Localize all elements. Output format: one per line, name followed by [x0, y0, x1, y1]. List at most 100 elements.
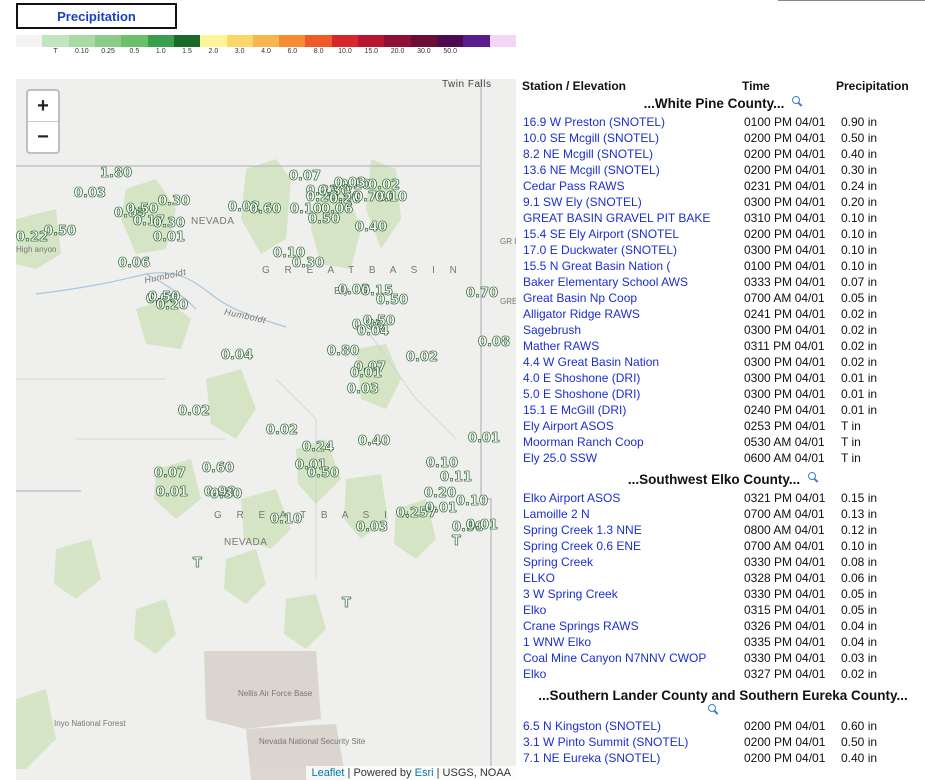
- precip-value-marker[interactable]: 0.02: [406, 351, 439, 365]
- station-link[interactable]: 9.1 SW Ely (SNOTEL): [523, 194, 642, 210]
- station-link[interactable]: 5.0 E Shoshone (DRI): [523, 386, 640, 402]
- station-link[interactable]: Sagebrush: [523, 322, 581, 338]
- leaflet-link[interactable]: Leaflet: [311, 767, 344, 779]
- station-time: 0200 PM 04/01: [744, 751, 826, 765]
- station-link[interactable]: 4.0 E Shoshone (DRI): [523, 370, 640, 386]
- precip-value-marker[interactable]: 0.11: [440, 471, 473, 485]
- precip-value-marker[interactable]: 0.07: [154, 467, 187, 481]
- zoom-out-button[interactable]: −: [28, 122, 58, 152]
- precip-value-marker[interactable]: 0.02: [266, 424, 299, 438]
- station-link[interactable]: Coal Mine Canyon N7NNV CWOP: [523, 650, 706, 666]
- precip-value-marker[interactable]: T: [342, 597, 351, 611]
- precip-value-marker[interactable]: 1.80: [100, 167, 133, 181]
- precip-value-marker[interactable]: 0.80: [327, 345, 360, 359]
- precip-value-marker[interactable]: 0.03: [334, 177, 367, 191]
- station-link[interactable]: 3 W Spring Creek: [523, 586, 618, 602]
- station-link[interactable]: Spring Creek 0.6 ENE: [523, 538, 641, 554]
- precip-value-marker[interactable]: 0.01: [350, 367, 383, 381]
- station-link[interactable]: Elko Airport ASOS: [523, 490, 620, 506]
- precip-value-marker[interactable]: T: [193, 557, 202, 571]
- precip-value-marker[interactable]: 0.40: [355, 221, 388, 235]
- precip-value-marker[interactable]: 0.01: [425, 502, 458, 516]
- zoom-in-button[interactable]: +: [28, 91, 58, 122]
- precip-value-marker[interactable]: 0.06: [321, 203, 354, 217]
- precip-value-marker[interactable]: 0.04: [221, 349, 254, 363]
- station-link[interactable]: 17.0 E Duckwater (SNOTEL): [523, 242, 677, 258]
- station-link[interactable]: 1 WNW Elko: [523, 634, 591, 650]
- precip-color-legend: T 0.10 0.25 0.5 1.0 1.5 2.0 3.0 4.0 6.0 8.0 10.0 15.…: [16, 35, 516, 57]
- precip-value-marker[interactable]: 0.03: [74, 187, 107, 201]
- station-link[interactable]: Lamoille 2 N: [523, 506, 590, 522]
- precip-value-marker[interactable]: 0.50: [376, 294, 409, 308]
- station-link[interactable]: 3.1 W Pinto Summit (SNOTEL): [523, 734, 688, 750]
- precip-value-marker[interactable]: 0.08: [478, 336, 511, 350]
- station-link[interactable]: 4.4 W Great Basin Nation: [523, 354, 659, 370]
- precip-value-marker[interactable]: 0.20: [424, 487, 457, 501]
- station-link[interactable]: 7.1 NE Eureka (SNOTEL): [523, 750, 660, 766]
- esri-link[interactable]: Esri: [415, 767, 434, 779]
- precip-value-marker[interactable]: 0.60: [249, 203, 282, 217]
- station-precip: 0.40 in: [841, 147, 878, 161]
- precip-value-marker[interactable]: 0.01: [466, 519, 499, 533]
- precip-value-marker[interactable]: 0.24: [302, 441, 335, 455]
- station-link[interactable]: Spring Creek: [523, 554, 593, 570]
- precip-value-marker[interactable]: 0.03: [356, 521, 389, 535]
- precip-value-marker[interactable]: 0.10: [270, 513, 303, 527]
- legend-swatch: [305, 35, 332, 47]
- precip-value-marker[interactable]: T: [452, 535, 461, 549]
- precip-value-marker[interactable]: 0.10: [375, 191, 408, 205]
- station-link[interactable]: Crane Springs RAWS: [523, 618, 639, 634]
- station-link[interactable]: 6.5 N Kingston (SNOTEL): [523, 718, 661, 734]
- station-precip: 0.02 in: [841, 355, 878, 369]
- precip-value-marker[interactable]: 0.50: [363, 315, 396, 329]
- precip-value-marker[interactable]: 0.50: [307, 467, 340, 481]
- precip-value-marker[interactable]: 0.30: [210, 488, 243, 502]
- station-link[interactable]: Elko: [523, 666, 546, 682]
- station-link[interactable]: 15.4 SE Ely Airport (SNOTEL: [523, 226, 679, 242]
- station-link[interactable]: Baker Elementary School AWS: [523, 274, 688, 290]
- precip-value-marker[interactable]: 0.20: [156, 299, 189, 313]
- station-link[interactable]: Moorman Ranch Coop: [523, 434, 644, 450]
- precip-value-marker[interactable]: 0.10: [456, 495, 489, 509]
- station-link[interactable]: 13.6 NE Mcgill (SNOTEL): [523, 162, 660, 178]
- precip-value-marker[interactable]: 0.30: [292, 257, 325, 271]
- precip-value-marker[interactable]: 0.01: [153, 231, 186, 245]
- station-row: 4.0 E Shoshone (DRI) 0300 PM 04/01 0.01 in: [521, 370, 925, 386]
- zoom-to-group-magnifier-icon[interactable]: [708, 704, 718, 714]
- precip-map[interactable]: + − Twin Falls NEVADA G R E A T B A S I …: [16, 79, 516, 780]
- station-link[interactable]: Alligator Ridge RAWS: [523, 306, 640, 322]
- station-link[interactable]: 16.9 W Preston (SNOTEL): [523, 114, 665, 130]
- station-link[interactable]: Spring Creek 1.3 NNE: [523, 522, 642, 538]
- precip-value-marker[interactable]: 0.70: [466, 287, 499, 301]
- station-link[interactable]: Elko: [523, 602, 546, 618]
- zoom-to-group-magnifier-icon[interactable]: [792, 96, 802, 106]
- station-link[interactable]: ELKO: [523, 570, 555, 586]
- station-link[interactable]: 15.1 E McGill (DRI): [523, 402, 626, 418]
- station-row: 3 W Spring Creek 0330 PM 04/01 0.05 in: [521, 586, 925, 602]
- zoom-to-group-magnifier-icon[interactable]: [808, 472, 818, 482]
- station-link[interactable]: GREAT BASIN GRAVEL PIT BAKE: [523, 210, 710, 226]
- station-link[interactable]: 10.0 SE Mcgill (SNOTEL): [523, 130, 659, 146]
- precip-value-marker[interactable]: 0.22: [16, 231, 48, 245]
- precip-value-marker[interactable]: 0.06: [118, 257, 151, 271]
- precip-value-marker[interactable]: 0.07: [289, 170, 322, 184]
- precip-value-marker[interactable]: 0.30: [153, 217, 186, 231]
- station-link[interactable]: Ely Airport ASOS: [523, 418, 614, 434]
- precip-value-marker[interactable]: 0.60: [202, 462, 235, 476]
- precip-value-marker[interactable]: 0.30: [158, 195, 191, 209]
- precip-value-marker[interactable]: 0.03: [347, 383, 380, 397]
- precip-value-marker[interactable]: 0.01: [156, 486, 189, 500]
- station-link[interactable]: 15.5 N Great Basin Nation (: [523, 258, 670, 274]
- precipitation-tab-button[interactable]: Precipitation: [16, 3, 177, 29]
- station-link[interactable]: Great Basin Np Coop: [523, 290, 637, 306]
- precip-value-marker[interactable]: 0.01: [468, 432, 501, 446]
- station-link[interactable]: 8.2 NE Mcgill (SNOTEL): [523, 146, 653, 162]
- precip-value-marker[interactable]: 0.40: [358, 435, 391, 449]
- precip-value-marker[interactable]: 0.10: [426, 457, 459, 471]
- precip-value-marker[interactable]: 0.02: [178, 405, 211, 419]
- precip-value-marker[interactable]: 0.50: [44, 225, 77, 239]
- station-link[interactable]: Cedar Pass RAWS: [523, 178, 625, 194]
- station-link[interactable]: Mather RAWS: [523, 338, 599, 354]
- station-link[interactable]: Ely 25.0 SSW: [523, 450, 597, 466]
- group-title: ...Southern Lander County and Southern E…: [521, 686, 925, 718]
